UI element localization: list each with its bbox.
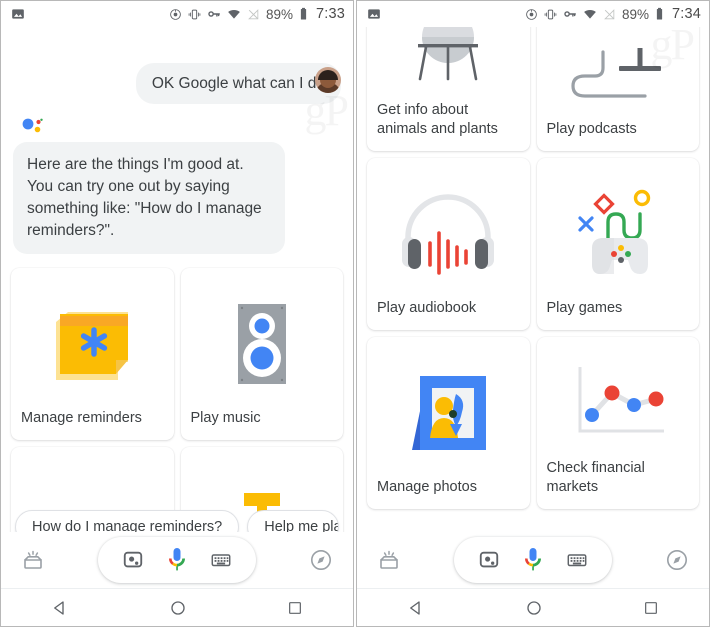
recents-square-icon[interactable] — [287, 600, 303, 616]
right-status-bar: 89% 7:34 — [357, 1, 709, 27]
vibrate-icon — [188, 9, 201, 19]
battery-icon — [300, 7, 307, 20]
assistant-message-wrap: Here are the things I'm good at. You can… — [13, 118, 341, 254]
card-play-music[interactable]: Play music — [180, 268, 343, 440]
vpn-key-icon — [208, 11, 220, 17]
card-caption: Check financial markets — [546, 460, 645, 495]
status-left-icons — [367, 7, 381, 21]
user-message-bubble: OK Google what can I do — [135, 63, 341, 104]
conversation-area: gP OK Google what can I do Here are the … — [1, 63, 353, 254]
signal-off-icon — [248, 8, 259, 19]
user-message-row: OK Google what can I do — [13, 63, 341, 104]
lens-icon[interactable] — [478, 549, 500, 571]
assistant-logo-icon — [21, 118, 51, 136]
status-right-icons: 89% 7:33 — [169, 6, 345, 22]
image-icon — [368, 9, 380, 19]
right-phone-screen: 89% 7:34 Get info about animals and plan… — [356, 0, 710, 627]
right-bottom-bar — [357, 532, 709, 588]
wifi-icon — [228, 9, 240, 19]
status-clock: 7:34 — [671, 6, 701, 22]
game-controller-icon — [547, 168, 690, 299]
line-chart-icon — [547, 347, 690, 459]
cast-icon — [526, 8, 537, 20]
left-android-navbar — [1, 588, 353, 626]
left-bottom-bar — [1, 532, 353, 588]
card-play-audiobook[interactable]: Play audiobook — [367, 158, 530, 330]
inbox-snapshot-icon[interactable] — [377, 548, 401, 572]
card-caption: Manage photos — [377, 479, 477, 495]
wifi-icon — [584, 9, 596, 19]
input-pill — [98, 537, 256, 583]
back-triangle-icon[interactable] — [407, 599, 425, 617]
card-caption: Play music — [190, 410, 261, 426]
input-pill — [454, 537, 612, 583]
speaker-icon — [191, 278, 334, 409]
microphone-icon[interactable] — [520, 546, 546, 574]
podcast-mic-icon — [547, 13, 690, 120]
screenshot-root: 89% 7:33 gP OK Google what can I do — [0, 0, 710, 627]
right-android-navbar — [357, 588, 709, 626]
cast-icon — [170, 8, 181, 20]
image-icon — [12, 9, 24, 19]
photo-frame-icon — [377, 347, 520, 478]
avatar[interactable] — [315, 67, 341, 93]
keyboard-icon[interactable] — [210, 549, 232, 571]
card-play-games[interactable]: Play games — [536, 158, 699, 330]
recents-square-icon[interactable] — [643, 600, 659, 616]
keyboard-icon[interactable] — [566, 549, 588, 571]
left-phone-screen: 89% 7:33 gP OK Google what can I do — [0, 0, 354, 627]
card-caption: Play audiobook — [377, 300, 477, 316]
status-right-icons: 89% 7:34 — [525, 6, 701, 22]
assistant-message-bubble: Here are the things I'm good at. You can… — [13, 142, 285, 254]
right-card-grid: Get info about animals and plants gP Pla… — [357, 3, 709, 509]
signal-off-icon — [604, 8, 615, 19]
battery-percent-label: 89% — [621, 6, 649, 22]
left-status-bar: 89% 7:33 — [1, 1, 353, 27]
card-check-financial-markets[interactable]: Check financial markets — [536, 337, 699, 509]
card-manage-reminders[interactable]: Manage reminders — [11, 268, 174, 440]
vpn-key-icon — [564, 11, 576, 17]
status-left-icons — [11, 7, 25, 21]
status-clock: 7:33 — [315, 6, 345, 22]
home-circle-icon[interactable] — [169, 599, 187, 617]
battery-icon — [656, 7, 663, 20]
microphone-icon[interactable] — [164, 546, 190, 574]
home-circle-icon[interactable] — [525, 599, 543, 617]
card-caption: Play games — [546, 300, 623, 316]
card-caption: Get info about animals and plants — [377, 102, 498, 137]
sticky-note-reminder-icon — [21, 278, 164, 409]
card-caption: Manage reminders — [21, 410, 142, 426]
back-triangle-icon[interactable] — [51, 599, 69, 617]
card-manage-photos[interactable]: Manage photos — [367, 337, 530, 509]
card-caption: Play podcasts — [546, 121, 637, 137]
explore-compass-icon[interactable] — [665, 548, 689, 572]
battery-percent-label: 89% — [265, 6, 293, 22]
headphones-waveform-icon — [377, 168, 520, 299]
explore-compass-icon[interactable] — [309, 548, 333, 572]
vibrate-icon — [544, 9, 557, 19]
inbox-snapshot-icon[interactable] — [21, 548, 45, 572]
lens-icon[interactable] — [122, 549, 144, 571]
